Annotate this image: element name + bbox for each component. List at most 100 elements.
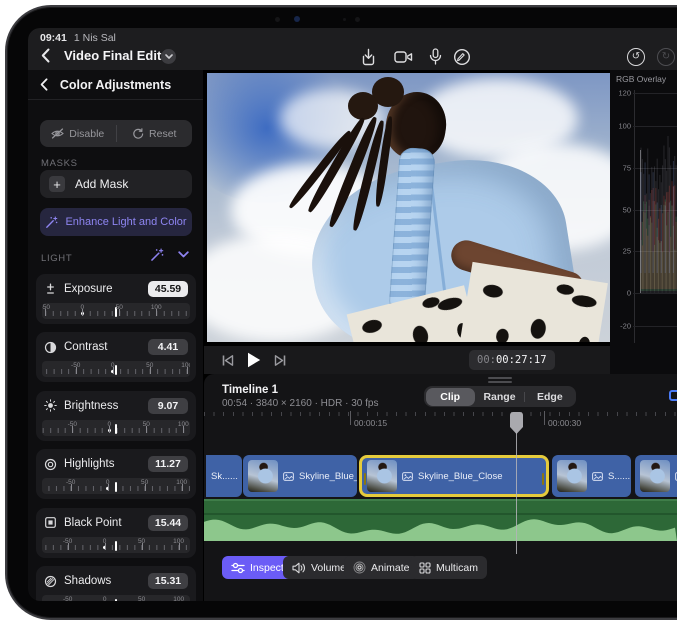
timeline-clip[interactable]: Skyline_Blue_Wide	[243, 455, 357, 497]
ruler-thumb[interactable]	[115, 482, 117, 492]
ruler-major-tick	[105, 543, 106, 550]
mode-edge[interactable]: Edge	[525, 388, 574, 406]
panel-drag-handle[interactable]	[488, 377, 512, 379]
clip-label: S......	[608, 471, 630, 482]
adjustment-slider[interactable]: Brightness 9.07 -50050100	[36, 391, 196, 441]
playhead-line	[516, 432, 517, 554]
ruler-mark-label: 00:00:30	[548, 418, 581, 428]
slider-name: Contrast	[64, 341, 141, 353]
title-chevron-down-icon[interactable]	[161, 49, 176, 64]
timeline-meta: 00:54 · 3840 × 2160 · HDR · 30 fps	[222, 398, 378, 409]
redo-icon[interactable]: ↻	[656, 47, 676, 67]
scope-axis-label: -20	[620, 322, 631, 331]
skip-forward-icon[interactable]	[274, 355, 286, 366]
clock-icon-partial[interactable]	[669, 390, 677, 401]
panel-drag-handle[interactable]	[488, 381, 512, 383]
slider-value-badge[interactable]: 4.41	[148, 339, 188, 355]
mic-icon[interactable]	[425, 47, 445, 67]
ruler-major-tick	[150, 367, 151, 374]
tool-label: Inspect	[250, 562, 284, 574]
project-title[interactable]: Video Final Edit	[64, 48, 161, 63]
timeline-clip[interactable]: Skyline_Blue_Close	[359, 455, 549, 497]
trim-handle[interactable]	[364, 473, 366, 485]
adjustment-slider[interactable]: Contrast 4.41 -50050100	[36, 332, 196, 382]
plus-minus-icon	[44, 283, 57, 296]
ruler-major-tick	[72, 426, 73, 433]
slider-value-badge[interactable]: 45.59	[148, 281, 188, 297]
eye-off-icon	[51, 128, 64, 139]
color-adjustments-panel: Color Adjustments Disable Reset MASKS + …	[28, 70, 204, 601]
audio-track-waveform[interactable]	[204, 499, 677, 541]
slider-value-badge[interactable]: 9.07	[148, 398, 188, 414]
timeline-clip[interactable]: Sk......	[206, 455, 242, 497]
adjustment-slider[interactable]: Black Point 15.44 -50050100	[36, 508, 196, 558]
timeline-clip[interactable]	[635, 455, 677, 497]
ruler-major-tick	[187, 367, 188, 374]
bezel-sensor-dot	[355, 17, 360, 22]
edit-mode-segmented-control: ClipRangeEdge	[424, 386, 576, 407]
clip-label: Sk......	[211, 471, 238, 482]
scope-title: RGB Overlay	[616, 74, 666, 84]
magic-wand-icon	[45, 216, 58, 229]
ruler-thumb[interactable]	[115, 365, 117, 375]
slider-ruler[interactable]: -50050100	[42, 537, 190, 553]
patterned-pants	[459, 262, 608, 342]
slider-ruler[interactable]: -50050100	[42, 303, 190, 319]
animate-button[interactable]: Animate	[344, 556, 419, 579]
slider-ruler[interactable]: -50050100	[42, 420, 190, 436]
ruler-label: 100	[181, 362, 190, 369]
tool-label: Volume	[311, 562, 346, 574]
enhance-light-color-button[interactable]: Enhance Light and Color	[40, 208, 192, 236]
adjustment-slider[interactable]: Highlights11.27-50050100	[36, 449, 196, 499]
disable-reset-control: Disable Reset	[40, 120, 192, 147]
add-mask-button[interactable]: + Add Mask	[40, 170, 192, 198]
slider-value-badge[interactable]: 15.44	[148, 515, 188, 531]
timeline-ruler[interactable]	[204, 412, 677, 416]
playhead-handle[interactable]	[510, 412, 523, 434]
scope-axis-label: 120	[618, 88, 631, 97]
ruler-major-tick	[145, 484, 146, 491]
slider-name: Black Point	[64, 517, 141, 529]
undo-icon[interactable]: ↺	[626, 47, 646, 67]
adjustment-slider[interactable]: Shadows15.31-50050100	[36, 566, 196, 601]
slider-value-badge[interactable]: 11.27	[148, 456, 188, 472]
ruler-thumb[interactable]	[115, 424, 117, 434]
export-icon[interactable]	[358, 47, 378, 67]
slider-ruler[interactable]: -50050100	[42, 595, 190, 601]
plus-icon: +	[49, 176, 65, 192]
camera-icon[interactable]	[393, 47, 413, 67]
video-preview[interactable]	[207, 73, 610, 342]
slider-ruler[interactable]: -50050100	[42, 361, 190, 377]
timecode-display[interactable]: 00:00:27:17	[469, 350, 555, 370]
slider-value-badge[interactable]: 15.31	[148, 573, 188, 589]
mode-range[interactable]: Range	[475, 388, 524, 406]
scope-axis-label: 25	[623, 247, 631, 256]
ruler-major-tick	[71, 484, 72, 491]
light-collapse-chevron-icon[interactable]	[178, 251, 189, 258]
light-wand-icon[interactable]	[150, 248, 164, 262]
timeline-clip[interactable]: S......	[552, 455, 631, 497]
reset-button[interactable]: Reset	[117, 120, 193, 147]
disable-button[interactable]: Disable	[40, 120, 116, 147]
slider-name: Exposure	[64, 283, 141, 295]
back-chevron-icon[interactable]	[41, 48, 50, 63]
ruler-thumb[interactable]	[115, 599, 117, 601]
mode-clip[interactable]: Clip	[426, 388, 475, 406]
scope-waveform	[634, 88, 677, 344]
slider-ruler[interactable]: -50050100	[42, 478, 190, 494]
trim-handle[interactable]	[542, 473, 544, 485]
ruler-major-tick	[146, 426, 147, 433]
skip-back-icon[interactable]	[222, 355, 234, 366]
transport-bar: 00:00:27:17	[204, 345, 610, 374]
ruler-major-tick	[82, 309, 83, 316]
status-time: 09:41	[40, 32, 67, 44]
ruler-major-tick	[156, 309, 157, 316]
tool-label: Multicam	[436, 562, 478, 574]
slider-name: Brightness	[64, 400, 141, 412]
pencil-tools-icon[interactable]	[452, 47, 472, 67]
multicam-button[interactable]: Multicam	[410, 556, 487, 579]
ruler-thumb[interactable]	[115, 541, 117, 551]
adjustment-slider[interactable]: Exposure 45.59 -50050100	[36, 274, 196, 324]
app-screen: 09:411 Nis Sal Video Final Edit ↺ ↻ C	[28, 28, 677, 601]
play-icon[interactable]	[247, 352, 261, 368]
